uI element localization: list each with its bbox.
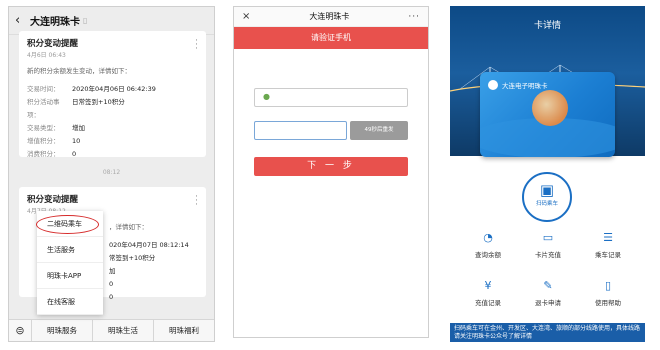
wechat-chat-screen: ‹ 大连明珠卡 ▯ 积分变动提醒 4月6日 06:43 · · · 新的积分余额发生… xyxy=(8,6,215,342)
message-date: 4月6日 06:43 xyxy=(27,52,66,59)
menu-item-online-support[interactable]: 在线客服 xyxy=(37,289,103,315)
phone-input[interactable]: ● xyxy=(254,88,408,107)
list-icon: ☰ xyxy=(603,231,613,244)
message-title: 积分变动提醒 xyxy=(27,195,79,205)
page-title: 卡详情 xyxy=(533,21,561,31)
chevron-left-icon[interactable]: ‹ xyxy=(15,13,27,28)
page-title: 大连明珠卡 xyxy=(309,12,350,21)
card-logo-icon xyxy=(488,80,498,90)
popup-menu: 二维码乘车 生活服务 明珠卡APP 在线客服 xyxy=(36,211,103,315)
qr-ride-button[interactable]: ▣ 扫码乘车 xyxy=(522,172,572,222)
grid-item-ride-records[interactable]: ☰ 乘车记录 xyxy=(578,230,638,270)
wallet-icon: ◔ xyxy=(483,231,493,244)
resend-button[interactable]: 49秒后重发 xyxy=(350,121,408,140)
verify-phone-screen: × 大连明珠卡 ··· 请验证手机 ● 49秒后重发 下 一 步 xyxy=(233,6,429,338)
kebab-icon[interactable]: · · · xyxy=(195,193,198,210)
detail-row: 交易类型： 增加 xyxy=(27,124,85,132)
footer-notice: 扫码乘车可在金州、开发区、大连湾、旅顺的部分线路使用，具体线路请关注明珠卡公众号… xyxy=(450,323,645,342)
grid-item-refund[interactable]: ✎ 退卡申请 xyxy=(518,278,578,318)
bottom-menu-welfare[interactable]: 明珠福利 xyxy=(153,319,214,341)
function-grid: ◔ 查询余额 ▭ 卡片充值 ☰ 乘车记录 ¥ 充值记录 ✎ 退卡申请 ▯ 使用帮… xyxy=(458,230,638,318)
grid-item-balance[interactable]: ◔ 查询余额 xyxy=(458,230,518,270)
grid-item-help[interactable]: ▯ 使用帮助 xyxy=(578,278,638,318)
book-icon: ▯ xyxy=(604,279,612,292)
time-separator: 08:12 xyxy=(102,169,121,176)
keyboard-icon[interactable]: ⊜ xyxy=(9,324,31,337)
card-detail-screen: 卡详情 大连电子明珠卡 ▣ 扫码乘车 ◔ 查询余额 ▭ 卡片充值 ☰ 乘车记录 … xyxy=(450,6,645,342)
page-header: × 大连明珠卡 ··· xyxy=(234,7,428,27)
detail-row: 加 xyxy=(109,267,116,275)
transit-card-image: 大连电子明珠卡 xyxy=(480,72,615,157)
detail-row: 交易时间： 2020年04月06日 06:42:39 xyxy=(27,85,156,93)
message-title: 积分变动提醒 xyxy=(27,39,79,49)
qr-ride-label: 扫码乘车 xyxy=(535,201,558,207)
account-icon: ▯ xyxy=(83,16,88,25)
card-emblem xyxy=(532,90,568,126)
detail-row: 0 xyxy=(109,293,114,301)
detail-row: 增值积分： 10 xyxy=(27,137,81,145)
grid-item-recharge[interactable]: ▭ 卡片充值 xyxy=(518,230,578,270)
detail-row: 020年04月07日 08:12:14 xyxy=(109,241,189,249)
menu-item-life-service[interactable]: 生活服务 xyxy=(37,237,103,263)
more-icon[interactable]: ··· xyxy=(408,12,420,22)
close-icon[interactable]: × xyxy=(242,11,250,22)
edit-icon: ✎ xyxy=(543,279,553,292)
menu-item-app[interactable]: 明珠卡APP xyxy=(37,263,103,289)
next-button[interactable]: 下 一 步 xyxy=(254,157,408,176)
bottom-menu-bar: ⊜ 明珠服务 明珠生活 明珠福利 xyxy=(9,319,214,341)
highlight-circle xyxy=(36,215,99,234)
bottom-menu-life[interactable]: 明珠生活 xyxy=(92,319,153,341)
detail-row: 积分活动事项： 日常签到+10积分 xyxy=(27,98,125,119)
card-icon: ▭ xyxy=(542,231,554,244)
verify-banner: 请验证手机 xyxy=(234,27,428,49)
qr-code-icon: ▣ xyxy=(539,181,555,199)
grid-item-recharge-records[interactable]: ¥ 充值记录 xyxy=(458,278,518,318)
bottom-menu-service[interactable]: 明珠服务 xyxy=(31,319,92,341)
receipt-icon: ¥ xyxy=(484,279,492,292)
person-icon: ● xyxy=(263,92,270,101)
kebab-icon[interactable]: · · · xyxy=(195,37,198,54)
chat-title: 大连明珠卡 xyxy=(30,17,80,28)
menu-item-qr-ride[interactable]: 二维码乘车 xyxy=(36,211,103,237)
detail-row: 0 xyxy=(109,280,114,288)
detail-row: 消费积分： 0 xyxy=(27,150,77,158)
detail-row: 常签到+10积分 xyxy=(109,254,156,262)
message-desc: 新的积分余额发生变动，详情如下： xyxy=(27,67,131,75)
card-name: 大连电子明珠卡 xyxy=(502,82,548,90)
code-input[interactable] xyxy=(254,121,347,140)
message-card[interactable]: 积分变动提醒 4月6日 06:43 · · · 新的积分余额发生变动，详情如下： 交… xyxy=(19,31,206,158)
